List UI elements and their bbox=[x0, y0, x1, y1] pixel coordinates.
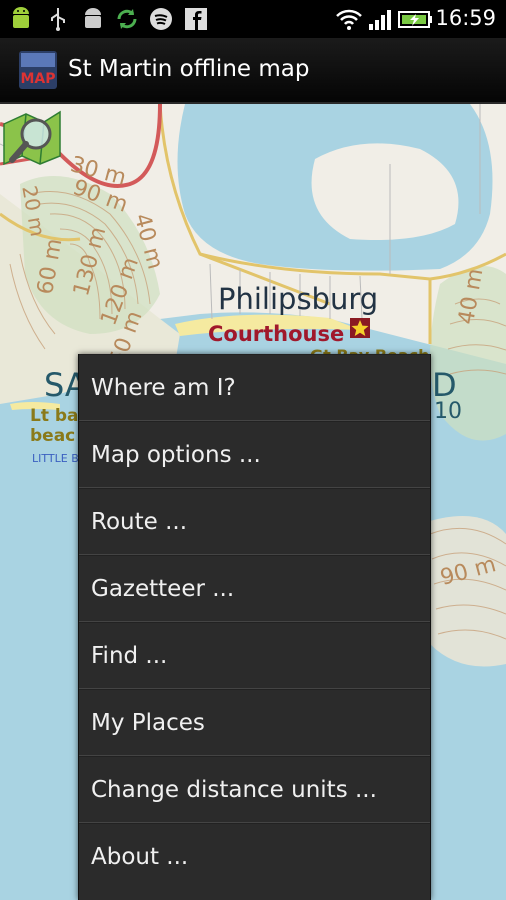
usb-icon bbox=[51, 8, 65, 31]
menu-item-map-options[interactable]: Map options ... bbox=[79, 421, 430, 488]
app-title: St Martin offline map bbox=[68, 56, 310, 82]
status-bar: 16:59 bbox=[0, 0, 506, 38]
refresh-icon bbox=[117, 9, 137, 29]
map-label-contour-10: 10 bbox=[434, 399, 462, 424]
menu-item-find[interactable]: Find ... bbox=[79, 622, 430, 689]
android-debug-icon bbox=[85, 8, 101, 28]
facebook-icon bbox=[185, 8, 207, 30]
map-label-lt-bay-1: Lt ba bbox=[30, 406, 79, 426]
map-app-icon: MAP bbox=[19, 51, 57, 89]
menu-item-change-distance-units[interactable]: Change distance units ... bbox=[79, 756, 430, 823]
android-icon bbox=[13, 7, 29, 28]
wifi-icon bbox=[336, 9, 362, 30]
menu-item-route[interactable]: Route ... bbox=[79, 488, 430, 555]
menu-item-where-am-i[interactable]: Where am I? bbox=[79, 354, 430, 421]
signal-icon bbox=[369, 10, 391, 30]
options-menu: Where am I? Map options ... Route ... Ga… bbox=[78, 354, 431, 900]
map-label-little: LITTLE B bbox=[32, 452, 79, 465]
svg-text:MAP: MAP bbox=[20, 71, 55, 87]
map-label-town: Philipsburg bbox=[218, 282, 379, 316]
map-label-courthouse: Courthouse bbox=[208, 322, 345, 346]
star-icon bbox=[350, 318, 370, 338]
map-label-lt-bay-2: beac bbox=[30, 426, 76, 446]
battery-charging-icon bbox=[398, 11, 432, 28]
menu-item-about[interactable]: About ... bbox=[79, 823, 430, 890]
app-title-bar: MAP St Martin offline map bbox=[0, 38, 506, 104]
spotify-icon bbox=[150, 8, 172, 30]
menu-item-gazetteer[interactable]: Gazetteer ... bbox=[79, 555, 430, 622]
clock: 16:59 bbox=[435, 6, 496, 30]
menu-item-my-places[interactable]: My Places bbox=[79, 689, 430, 756]
magnifier-map-icon[interactable] bbox=[0, 104, 64, 168]
